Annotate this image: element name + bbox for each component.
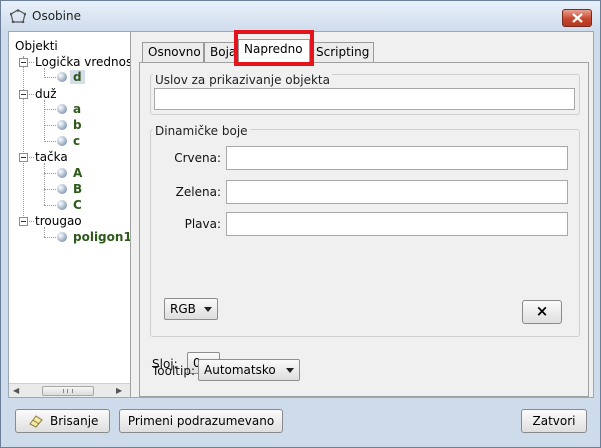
dialog-footer: Brisanje Primeni podrazumevano Zatvori	[1, 398, 600, 447]
tree-connector	[44, 205, 56, 206]
polygon-object-icon	[57, 232, 67, 242]
tab-highlight-frame	[234, 30, 314, 66]
window-title: Osobine	[32, 9, 81, 23]
point-object-icon	[57, 104, 67, 114]
green-input[interactable]	[226, 180, 568, 204]
scroll-grip-icon	[63, 389, 73, 393]
point-object-icon	[57, 72, 67, 82]
tree-connector	[44, 125, 56, 126]
clear-colors-button[interactable]: ×	[522, 300, 562, 324]
close-button[interactable]: Zatvori	[521, 409, 587, 433]
collapse-icon[interactable]	[19, 90, 28, 99]
green-label: Zelena:	[175, 185, 221, 199]
tree-connector	[44, 189, 56, 190]
eraser-icon	[29, 415, 43, 428]
tab-osnovno[interactable]: Osnovno	[142, 42, 204, 62]
tree-connector	[29, 62, 34, 63]
condition-input[interactable]	[154, 88, 575, 110]
chevron-down-icon	[204, 307, 212, 312]
point-object-icon	[57, 168, 67, 178]
tree-connector	[29, 221, 34, 222]
red-label: Crvena:	[174, 151, 221, 165]
delete-button[interactable]: Brisanje	[15, 409, 110, 433]
point-object-icon	[57, 200, 67, 210]
chevron-down-icon	[286, 368, 294, 373]
tree-connector	[44, 109, 56, 110]
dynamic-colors-title: Dinamičke boje	[153, 124, 250, 138]
dialog-body: Objekti Logička vrednost d duž a b c tač…	[8, 30, 594, 398]
tree-connector	[29, 94, 34, 95]
tree-connector	[44, 100, 45, 142]
collapse-icon[interactable]	[19, 217, 28, 226]
tree-connector	[44, 173, 56, 174]
tooltip-label: Tooltip:	[152, 364, 196, 378]
point-object-icon	[57, 136, 67, 146]
advanced-tab-panel: Uslov za prikazivanje objekta Dinamičke …	[139, 62, 589, 397]
point-object-icon	[57, 184, 67, 194]
tree-horizontal-scrollbar[interactable]: ◀ ▶	[9, 383, 130, 397]
scroll-right-icon[interactable]: ▶	[116, 386, 122, 395]
tree-connector	[23, 56, 24, 222]
tab-scripting[interactable]: Scripting	[310, 42, 374, 62]
tree-connector	[44, 77, 56, 78]
tree-connector	[44, 227, 45, 237]
blue-label: Plava:	[184, 217, 221, 231]
tree-connector	[29, 157, 34, 158]
blue-input[interactable]	[226, 212, 568, 236]
tab-boja[interactable]: Boja	[204, 42, 236, 62]
apply-defaults-button[interactable]: Primeni podrazumevano	[119, 409, 283, 433]
tooltip-select[interactable]: Automatsko	[198, 359, 300, 381]
point-object-icon	[57, 120, 67, 130]
collapse-icon[interactable]	[19, 58, 28, 67]
properties-window: Osobine Objekti Logička vrednost d duž a…	[0, 0, 601, 448]
app-icon	[10, 9, 26, 23]
collapse-icon[interactable]	[19, 153, 28, 162]
red-input[interactable]	[226, 146, 568, 170]
tree-connector	[44, 237, 56, 238]
window-close-button[interactable]	[562, 9, 592, 27]
condition-title: Uslov za prikazivanje objekta	[153, 73, 332, 87]
tree-connector	[44, 141, 56, 142]
close-icon	[572, 13, 583, 23]
scroll-thumb[interactable]	[42, 386, 94, 396]
title-bar[interactable]: Osobine	[1, 1, 600, 31]
scroll-left-icon[interactable]: ◀	[13, 386, 19, 395]
object-tree: Objekti Logička vrednost d duž a b c tač…	[9, 32, 131, 397]
tree-connector	[44, 163, 45, 205]
color-mode-select[interactable]: RGB	[164, 298, 218, 320]
